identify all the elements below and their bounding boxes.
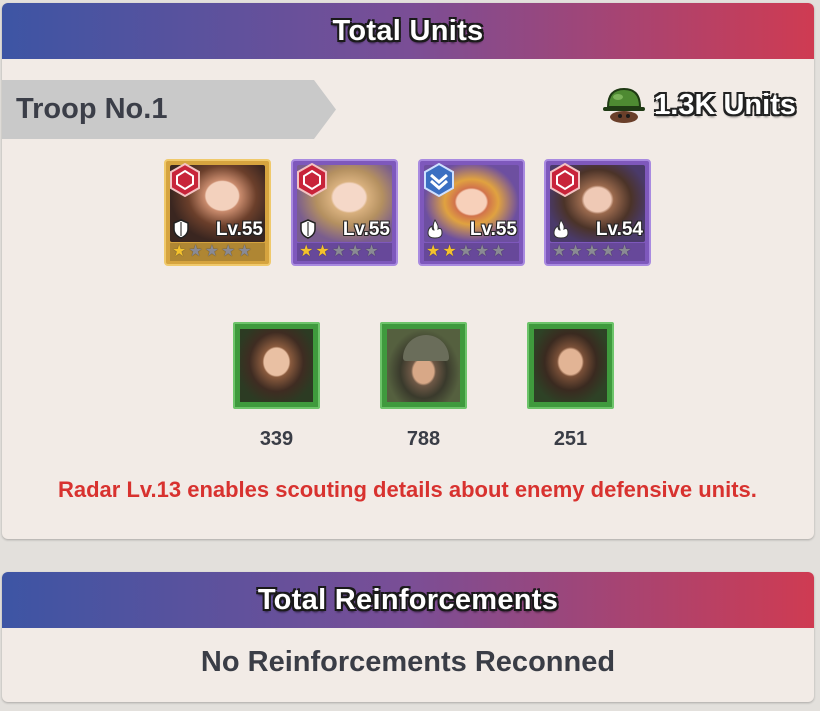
star-icon: ★ xyxy=(475,243,490,260)
star-icon: ★ xyxy=(221,243,236,260)
hero-stars: ★ ★ ★ ★ ★ xyxy=(297,243,392,261)
hero-level: Lv.55 xyxy=(469,219,517,240)
troop-label: Troop No.1 xyxy=(16,93,168,125)
star-icon: ★ xyxy=(299,243,314,260)
total-units-panel: Total Units Troop No.1 1.3K Units Lv.55 … xyxy=(2,3,814,539)
star-icon: ★ xyxy=(172,243,187,260)
hero-stars: ★ ★ ★ ★ ★ xyxy=(424,243,519,261)
troop-count: 251 xyxy=(553,428,588,450)
star-icon: ★ xyxy=(584,243,600,260)
total-reinforcements-panel: Total Reinforcements No Reinforcements R… xyxy=(2,572,814,702)
hero-card-2[interactable]: Lv.55 ★ ★ ★ ★ ★ xyxy=(291,159,398,266)
troop-portrait xyxy=(534,329,607,402)
flame-icon xyxy=(427,219,443,239)
star-icon: ★ xyxy=(426,243,441,260)
troop-label-banner: Troop No.1 xyxy=(2,80,336,139)
star-icon: ★ xyxy=(188,243,203,260)
troop-card-1[interactable] xyxy=(233,322,320,409)
star-icon: ★ xyxy=(364,243,379,260)
units-total: 1.3K Units xyxy=(602,85,796,125)
hero-card-4[interactable]: Lv.54 ★ ★ ★ ★ ★ xyxy=(544,159,651,266)
shield-icon xyxy=(300,219,316,239)
troop-portrait xyxy=(240,329,313,402)
red-emblem-icon xyxy=(297,163,327,197)
star-icon: ★ xyxy=(491,243,506,260)
troop-count: 788 xyxy=(406,428,441,450)
star-icon: ★ xyxy=(237,243,252,260)
total-reinforcements-header: Total Reinforcements xyxy=(2,572,814,628)
blue-chevron-icon xyxy=(424,163,454,197)
hero-card-3[interactable]: Lv.55 ★ ★ ★ ★ ★ xyxy=(418,159,525,266)
no-reinforcements-message: No Reinforcements Reconned xyxy=(200,646,616,678)
shield-icon xyxy=(173,219,189,239)
radar-note: Radar Lv.13 enables scouting details abo… xyxy=(58,477,757,502)
star-icon: ★ xyxy=(315,243,330,260)
star-icon: ★ xyxy=(204,243,220,260)
flame-icon xyxy=(553,219,569,239)
hero-level: Lv.54 xyxy=(595,219,643,240)
star-icon: ★ xyxy=(601,243,616,260)
star-icon: ★ xyxy=(568,243,583,260)
star-icon: ★ xyxy=(458,243,474,260)
units-total-label: 1.3K Units xyxy=(654,88,796,121)
star-icon: ★ xyxy=(331,243,347,260)
star-icon: ★ xyxy=(617,243,632,260)
star-icon: ★ xyxy=(552,243,567,260)
hero-card-1[interactable]: Lv.55 ★ ★ ★ ★ ★ xyxy=(164,159,271,266)
helmet-icon xyxy=(603,87,646,123)
hero-stars: ★ ★ ★ ★ ★ xyxy=(550,243,645,261)
red-emblem-icon xyxy=(170,163,200,197)
troop-card-3[interactable] xyxy=(527,322,614,409)
troop-portrait xyxy=(387,329,460,402)
hero-level: Lv.55 xyxy=(215,219,263,240)
red-emblem-icon xyxy=(550,163,580,197)
star-icon: ★ xyxy=(348,243,363,260)
hero-level: Lv.55 xyxy=(342,219,390,240)
troop-count: 339 xyxy=(259,428,294,450)
total-units-header: Total Units xyxy=(2,3,814,59)
troop-card-2[interactable] xyxy=(380,322,467,409)
star-icon: ★ xyxy=(442,243,457,260)
hero-stars: ★ ★ ★ ★ ★ xyxy=(170,243,265,261)
